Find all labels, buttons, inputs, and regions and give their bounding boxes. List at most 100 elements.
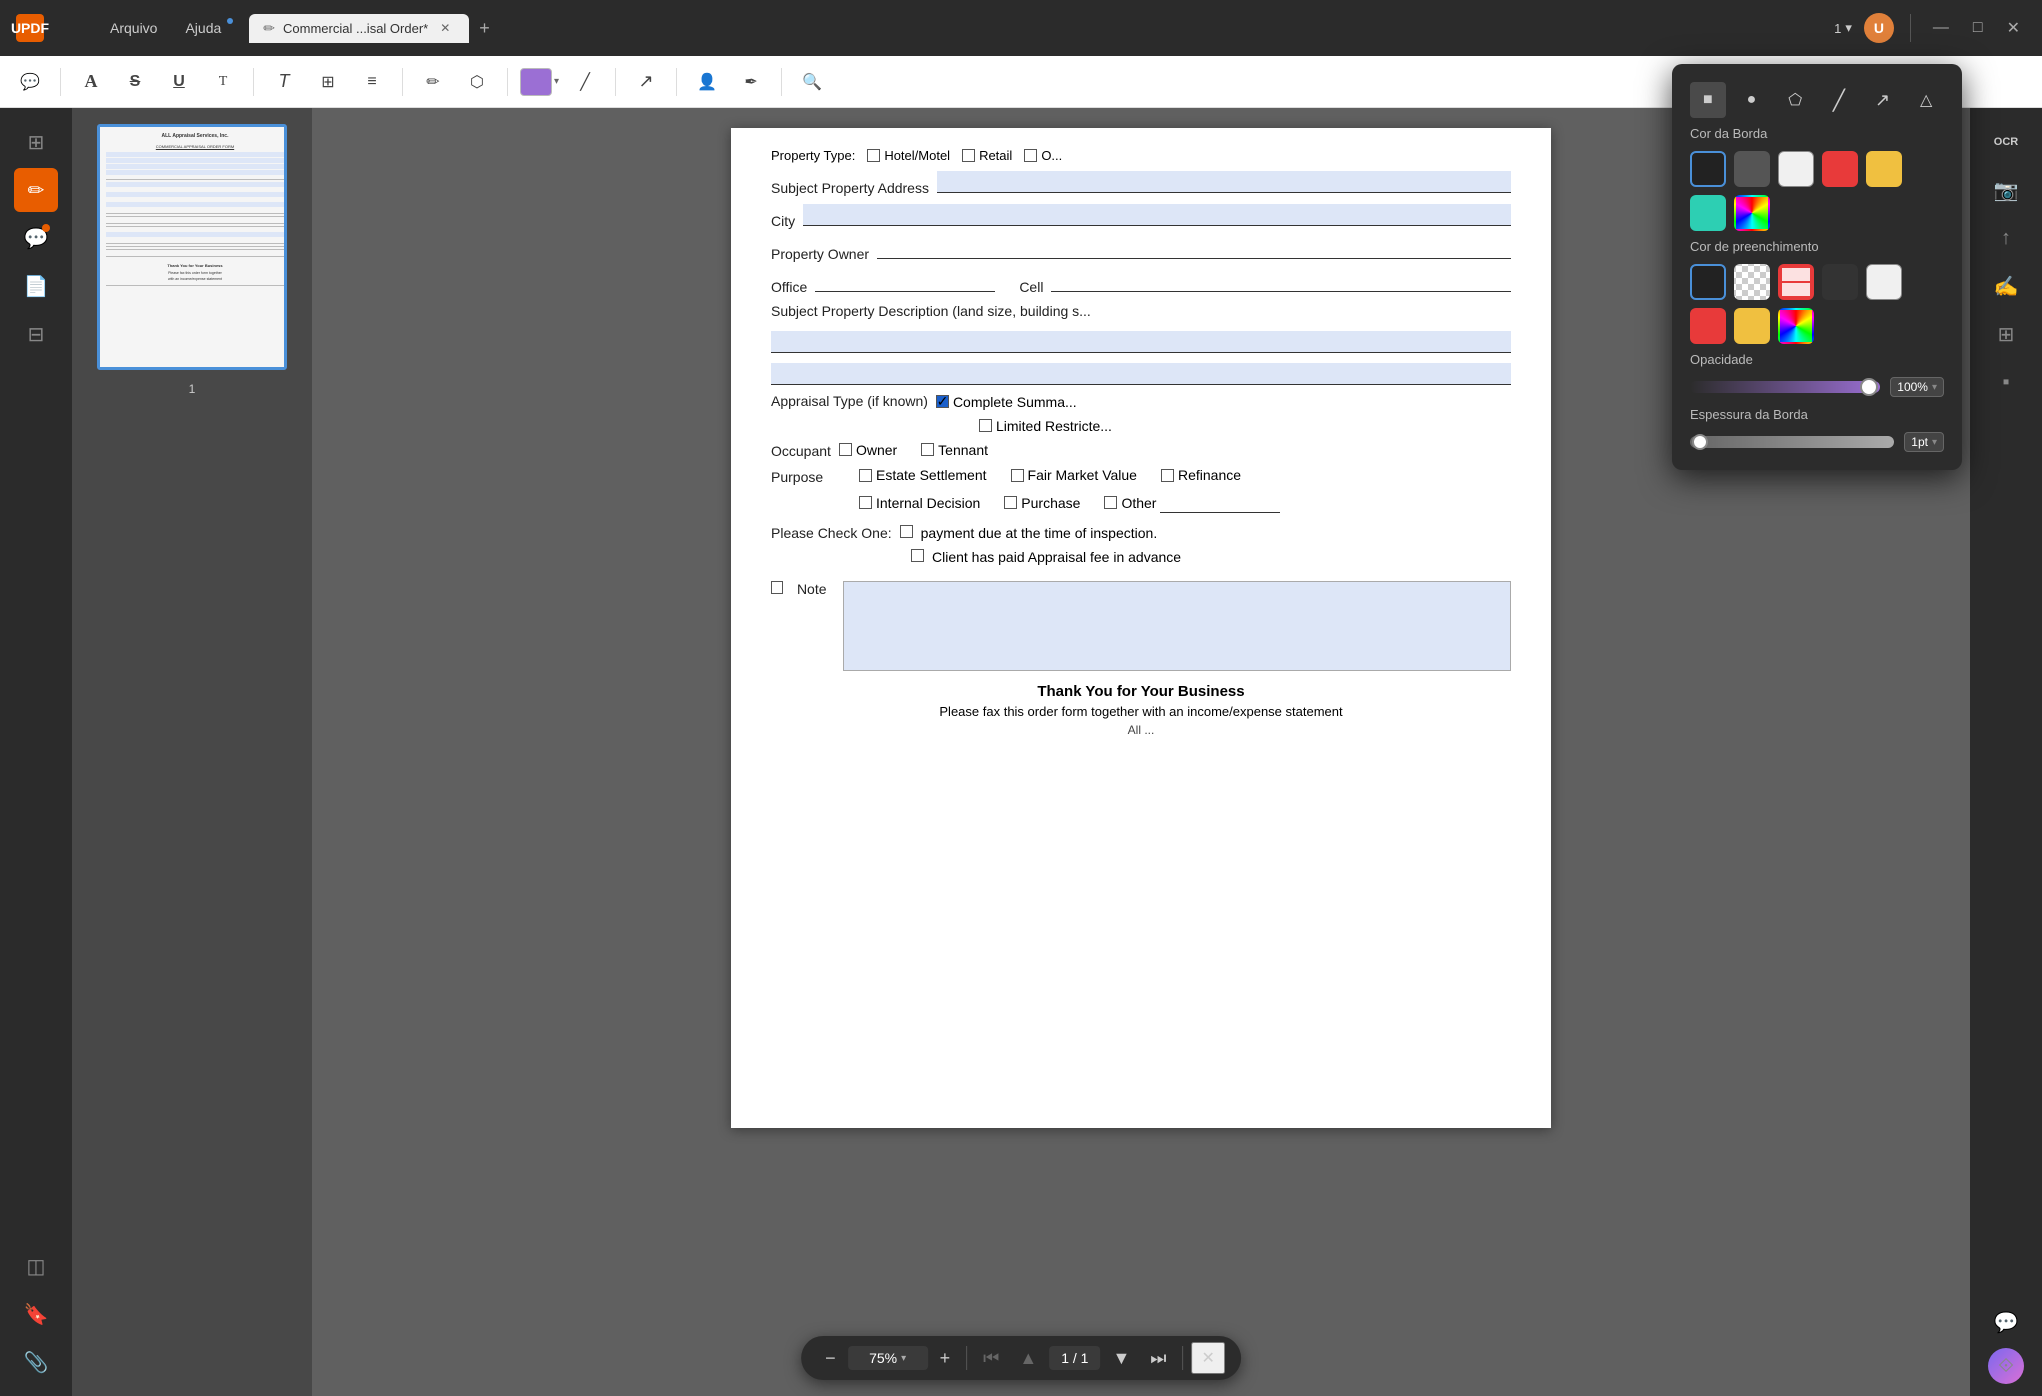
owner-option[interactable]: Owner: [839, 442, 897, 458]
thickness-thumb[interactable]: [1692, 434, 1708, 450]
triangle-shape[interactable]: △: [1908, 82, 1944, 118]
close-window-button[interactable]: ✕: [2001, 16, 2026, 40]
limited-restricted-option[interactable]: Limited Restricte...: [979, 418, 1112, 434]
refinance-checkbox[interactable]: [1161, 469, 1174, 482]
line-shape[interactable]: ╱: [1821, 82, 1857, 118]
owner-checkbox[interactable]: [839, 443, 852, 456]
sidebar-comment[interactable]: 💬: [14, 216, 58, 260]
other-purpose-option[interactable]: Other: [1104, 493, 1280, 513]
tennant-checkbox[interactable]: [921, 443, 934, 456]
retail-option[interactable]: Retail: [962, 148, 1012, 163]
address-input[interactable]: [937, 171, 1511, 193]
opacity-slider[interactable]: [1690, 381, 1880, 393]
border-darkgray-swatch[interactable]: [1734, 151, 1770, 187]
document-tab[interactable]: ✏ Commercial ...isal Order* ✕: [249, 14, 469, 43]
thickness-slider[interactable]: [1690, 436, 1894, 448]
sidebar-edit[interactable]: ✏: [14, 168, 58, 212]
color-swatch-active[interactable]: [520, 68, 552, 96]
first-page-button[interactable]: ⏮: [975, 1344, 1007, 1373]
minimize-button[interactable]: —: [1927, 17, 1955, 39]
other-purpose-checkbox[interactable]: [1104, 496, 1117, 509]
opacity-thumb[interactable]: [1860, 378, 1878, 396]
zoom-out-button[interactable]: −: [817, 1344, 844, 1373]
border-rainbow-swatch[interactable]: [1734, 195, 1770, 231]
last-page-button[interactable]: ⏭: [1142, 1344, 1174, 1373]
ajuda-menu[interactable]: Ajuda: [173, 16, 233, 40]
stamp-tool[interactable]: ✒: [733, 64, 769, 100]
opacity-value[interactable]: 100% ▾: [1890, 377, 1944, 397]
line-tool[interactable]: ╱: [567, 64, 603, 100]
text-replace-tool[interactable]: T: [205, 64, 241, 100]
hotel-motel-checkbox[interactable]: [867, 149, 880, 162]
fill-white-swatch[interactable]: [1866, 264, 1902, 300]
estate-settlement-checkbox[interactable]: [859, 469, 872, 482]
tab-close-button[interactable]: ✕: [440, 21, 450, 35]
color-selector[interactable]: ▾: [520, 68, 559, 96]
border-black-swatch[interactable]: [1690, 151, 1726, 187]
search-tool[interactable]: 🔍: [794, 64, 830, 100]
hotel-motel-option[interactable]: Hotel/Motel: [867, 148, 950, 163]
circle-shape[interactable]: ●: [1734, 82, 1770, 118]
arquivo-menu[interactable]: Arquivo: [98, 16, 169, 40]
payment-checkbox-1[interactable]: [900, 525, 913, 538]
estate-settlement-option[interactable]: Estate Settlement: [859, 467, 987, 483]
sidebar-thumbnails[interactable]: ⊞: [14, 120, 58, 164]
note-checkbox[interactable]: [771, 581, 783, 594]
maximize-button[interactable]: □: [1967, 17, 1989, 39]
fill-yellow-swatch[interactable]: [1734, 308, 1770, 344]
office-input[interactable]: [815, 270, 995, 292]
list-tool[interactable]: ≡: [354, 64, 390, 100]
fill-rainbow-swatch[interactable]: [1778, 308, 1814, 344]
right-chat[interactable]: 💬: [1984, 1300, 2028, 1344]
text-edit-tool[interactable]: T: [266, 64, 302, 100]
border-yellow-swatch[interactable]: [1866, 151, 1902, 187]
fill-stroke-only-swatch[interactable]: [1778, 264, 1814, 300]
page-indicator[interactable]: 1 ▾: [1834, 20, 1852, 36]
right-ai[interactable]: ⟐: [1988, 1348, 2024, 1384]
retail-checkbox[interactable]: [962, 149, 975, 162]
description-input-1[interactable]: [771, 331, 1511, 353]
border-red-swatch[interactable]: [1822, 151, 1858, 187]
fill-black-swatch[interactable]: [1690, 264, 1726, 300]
page-display[interactable]: 1 / 1: [1049, 1346, 1100, 1370]
purchase-option[interactable]: Purchase: [1004, 495, 1080, 511]
border-white-swatch[interactable]: [1778, 151, 1814, 187]
other-type-option[interactable]: O...: [1024, 148, 1062, 163]
limited-restricted-checkbox[interactable]: [979, 419, 992, 432]
fill-transparent-swatch[interactable]: [1734, 264, 1770, 300]
owner-input[interactable]: [877, 237, 1511, 259]
arrow-shape[interactable]: ↗: [1865, 82, 1901, 118]
user-avatar[interactable]: U: [1864, 13, 1894, 43]
bottom-close-button[interactable]: ✕: [1191, 1342, 1224, 1374]
right-sign[interactable]: ✍: [1984, 264, 2028, 308]
other-type-checkbox[interactable]: [1024, 149, 1037, 162]
sidebar-layers[interactable]: ◫: [14, 1244, 58, 1288]
sidebar-attachment[interactable]: 📎: [14, 1340, 58, 1384]
right-scan[interactable]: 📷: [1984, 168, 2028, 212]
thickness-value[interactable]: 1pt ▾: [1904, 432, 1944, 452]
description-input-2[interactable]: [771, 363, 1511, 385]
right-compress[interactable]: ⊞: [1984, 312, 2028, 356]
underline-tool[interactable]: U: [161, 64, 197, 100]
internal-decision-option[interactable]: Internal Decision: [859, 495, 980, 511]
internal-decision-checkbox[interactable]: [859, 496, 872, 509]
complete-summary-option[interactable]: ✓ Complete Summa...: [936, 394, 1077, 410]
purchase-checkbox[interactable]: [1004, 496, 1017, 509]
prev-page-button[interactable]: ▲: [1011, 1344, 1045, 1373]
person-tool[interactable]: 👤: [689, 64, 725, 100]
border-teal-swatch[interactable]: [1690, 195, 1726, 231]
advance-payment-checkbox[interactable]: [911, 549, 924, 562]
arrow-tool[interactable]: ↗: [628, 64, 664, 100]
thumbnail-1[interactable]: ALL Appraisal Services, Inc. COMMERCIAL …: [97, 124, 287, 370]
sidebar-pages[interactable]: 📄: [14, 264, 58, 308]
text-box-tool[interactable]: ⊞: [310, 64, 346, 100]
fill-darkgray-swatch[interactable]: [1822, 264, 1858, 300]
fill-red-swatch[interactable]: [1690, 308, 1726, 344]
sidebar-bookmark[interactable]: 🔖: [14, 1292, 58, 1336]
tennant-option[interactable]: Tennant: [921, 442, 988, 458]
color-dropdown-arrow[interactable]: ▾: [554, 76, 559, 87]
erase-tool[interactable]: ⬡: [459, 64, 495, 100]
pentagon-shape[interactable]: ⬠: [1777, 82, 1813, 118]
strikethrough-tool[interactable]: S: [117, 64, 153, 100]
fair-market-option[interactable]: Fair Market Value: [1011, 467, 1137, 483]
